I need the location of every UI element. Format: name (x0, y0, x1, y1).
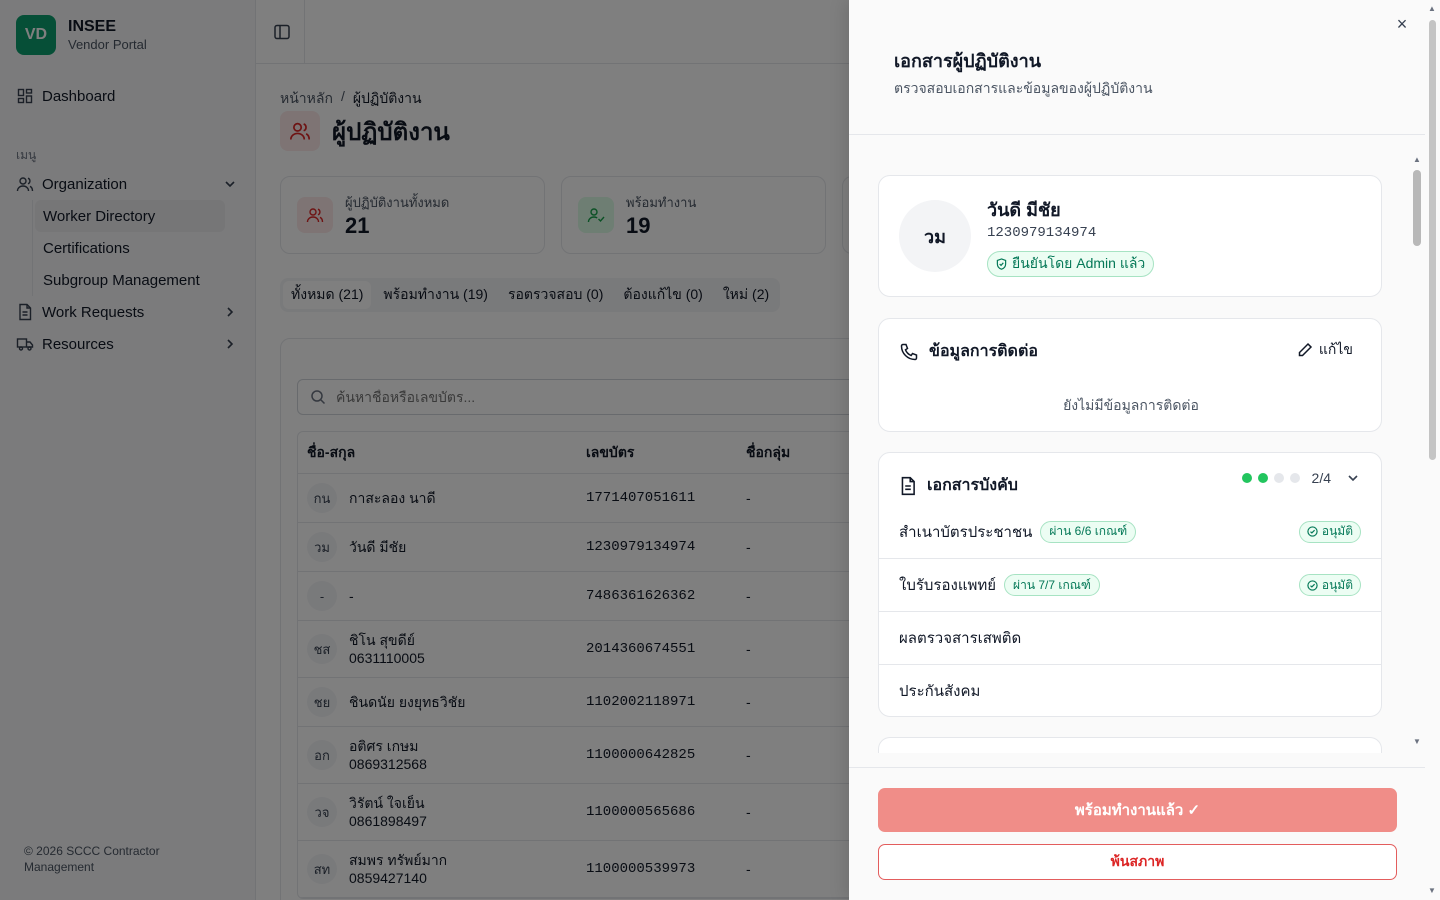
edit-label: แก้ไข (1318, 341, 1353, 357)
verified-badge: ยืนยันโดย Admin แล้ว (987, 251, 1155, 277)
document-row-id-card[interactable]: สำเนาบัตรประชาชน ผ่าน 6/6 เกณฑ์ อนุมัติ (879, 505, 1381, 558)
terminate-button[interactable]: พ้นสภาพ (878, 844, 1397, 880)
required-documents-card: เอกสารบังคับ 2/4 สำเนาบัตรประชาชน ผ่าน 6… (878, 452, 1382, 717)
progress-dot (1257, 473, 1268, 483)
approved-badge: อนุมัติ (1298, 574, 1361, 596)
worker-document-drawer: × เอกสารผู้ปฏิบัติงาน ตรวจสอบเอกสารและข้… (849, 0, 1440, 900)
pencil-icon (1298, 342, 1312, 357)
documents-title: เอกสารบังคับ (927, 477, 1018, 494)
progress-dot (1289, 473, 1300, 483)
approved-badge: อนุมัติ (1298, 520, 1361, 543)
document-name: ใบรับรองแพทย์ (899, 577, 997, 594)
phone-icon (900, 343, 918, 360)
scroll-up-icon[interactable]: ▲ (1428, 4, 1436, 13)
documents-progress: 2/4 (1241, 470, 1361, 486)
documents-header[interactable]: เอกสารบังคับ (899, 473, 1018, 498)
profile-card: วม วันดี มีชัย 1230979134974 ยืนยันโดย A… (878, 175, 1382, 297)
contact-title: ข้อมูลการติดต่อ (929, 343, 1038, 360)
contact-empty-message: ยังไม่มีข้อมูลการติดต่อ (1063, 397, 1199, 413)
criteria-badge: ผ่าน 6/6 เกณฑ์ (1040, 520, 1137, 543)
worker-name: วันดี มีชัย (987, 200, 1061, 220)
check-circle-icon (1307, 526, 1318, 537)
chevron-down-icon[interactable] (1345, 470, 1361, 486)
drawer-scrollbar[interactable]: ▲ ▼ (1409, 150, 1425, 754)
drawer-footer-divider (849, 767, 1425, 768)
avatar: วม (899, 200, 971, 272)
scroll-down-icon[interactable]: ▼ (1428, 886, 1436, 895)
progress-dot (1273, 473, 1284, 483)
criteria-badge: ผ่าน 7/7 เกณฑ์ (1004, 574, 1100, 596)
next-section-card (878, 737, 1382, 753)
drawer-description: ตรวจสอบเอกสารและข้อมูลของผู้ปฏิบัติงาน (894, 80, 1153, 96)
document-row-social-security[interactable]: ประกันสังคม (879, 664, 1381, 717)
document-name: สำเนาบัตรประชาชน (899, 523, 1033, 541)
document-icon (901, 476, 915, 495)
close-icon[interactable]: × (1392, 14, 1412, 34)
drawer-title: เอกสารผู้ปฏิบัติงาน (894, 51, 1041, 71)
scroll-thumb[interactable] (1429, 20, 1436, 460)
document-name: ประกันสังคม (899, 683, 981, 700)
ready-to-work-button[interactable]: พร้อมทำงานแล้ว ✓ (878, 788, 1397, 832)
check-circle-icon (1307, 579, 1318, 591)
document-row-medical[interactable]: ใบรับรองแพทย์ ผ่าน 7/7 เกณฑ์ อนุมัติ (879, 558, 1381, 611)
drawer-divider (849, 134, 1425, 135)
edit-contact-button[interactable]: แก้ไข (1297, 339, 1353, 361)
progress-dot (1241, 473, 1252, 483)
approved-text: อนุมัติ (1321, 524, 1353, 538)
document-row-drug-test[interactable]: ผลตรวจสารเสพติด (879, 611, 1381, 664)
worker-id: 1230979134974 (987, 225, 1097, 241)
page-scrollbar[interactable]: ▲ ▼ (1425, 0, 1440, 900)
progress-text: 2/4 (1311, 470, 1331, 486)
scroll-thumb[interactable] (1413, 170, 1421, 246)
shield-check-icon (996, 258, 1007, 270)
progress-dots (1241, 473, 1300, 483)
document-name: ผลตรวจสารเสพติด (899, 630, 1022, 647)
scroll-up-icon[interactable]: ▲ (1412, 154, 1422, 164)
verified-text: ยืนยันโดย Admin แล้ว (1012, 255, 1146, 271)
contact-card: ข้อมูลการติดต่อ แก้ไข ยังไม่มีข้อมูลการต… (878, 318, 1382, 432)
scroll-down-icon[interactable]: ▼ (1412, 736, 1422, 746)
contact-header: ข้อมูลการติดต่อ (899, 339, 1038, 364)
approved-text: อนุมัติ (1321, 577, 1353, 592)
